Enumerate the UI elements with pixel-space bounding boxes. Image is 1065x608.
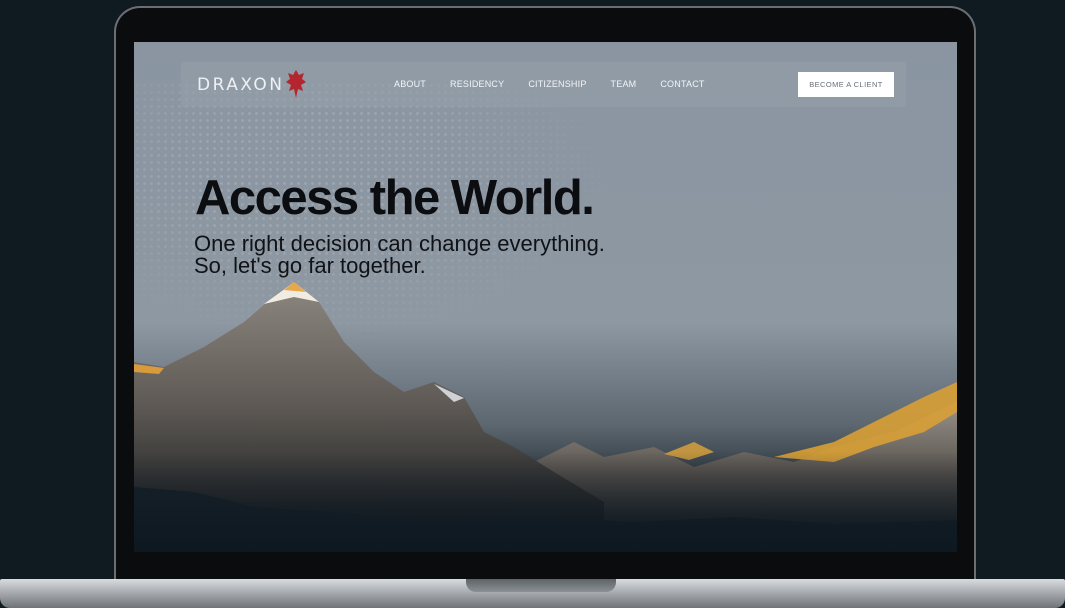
red-dragon-icon[interactable]	[285, 68, 307, 100]
laptop-base	[0, 579, 1065, 608]
become-a-client-button[interactable]: BECOME A CLIENT	[798, 72, 894, 97]
nav-links: ABOUT RESIDENCY CITIZENSHIP TEAM CONTACT	[394, 79, 729, 89]
hero-subline-2: So, let's go far together.	[194, 253, 426, 278]
laptop-notch	[466, 579, 616, 592]
top-navigation-bar: DRAXON ABOUT RESIDENCY CITIZENSHIP TEAM …	[181, 62, 906, 107]
hero-subheadline: One right decision can change everything…	[194, 233, 605, 277]
nav-contact[interactable]: CONTACT	[660, 79, 704, 89]
hero-headline: Access the World.	[195, 171, 595, 225]
nav-citizenship[interactable]: CITIZENSHIP	[528, 79, 586, 89]
brand-wordmark[interactable]: DRAXON	[197, 75, 285, 95]
website-screen: DRAXON ABOUT RESIDENCY CITIZENSHIP TEAM …	[134, 42, 957, 552]
nav-about[interactable]: ABOUT	[394, 79, 426, 89]
nav-team[interactable]: TEAM	[611, 79, 637, 89]
mountain-range-image	[134, 282, 957, 552]
nav-residency[interactable]: RESIDENCY	[450, 79, 504, 89]
